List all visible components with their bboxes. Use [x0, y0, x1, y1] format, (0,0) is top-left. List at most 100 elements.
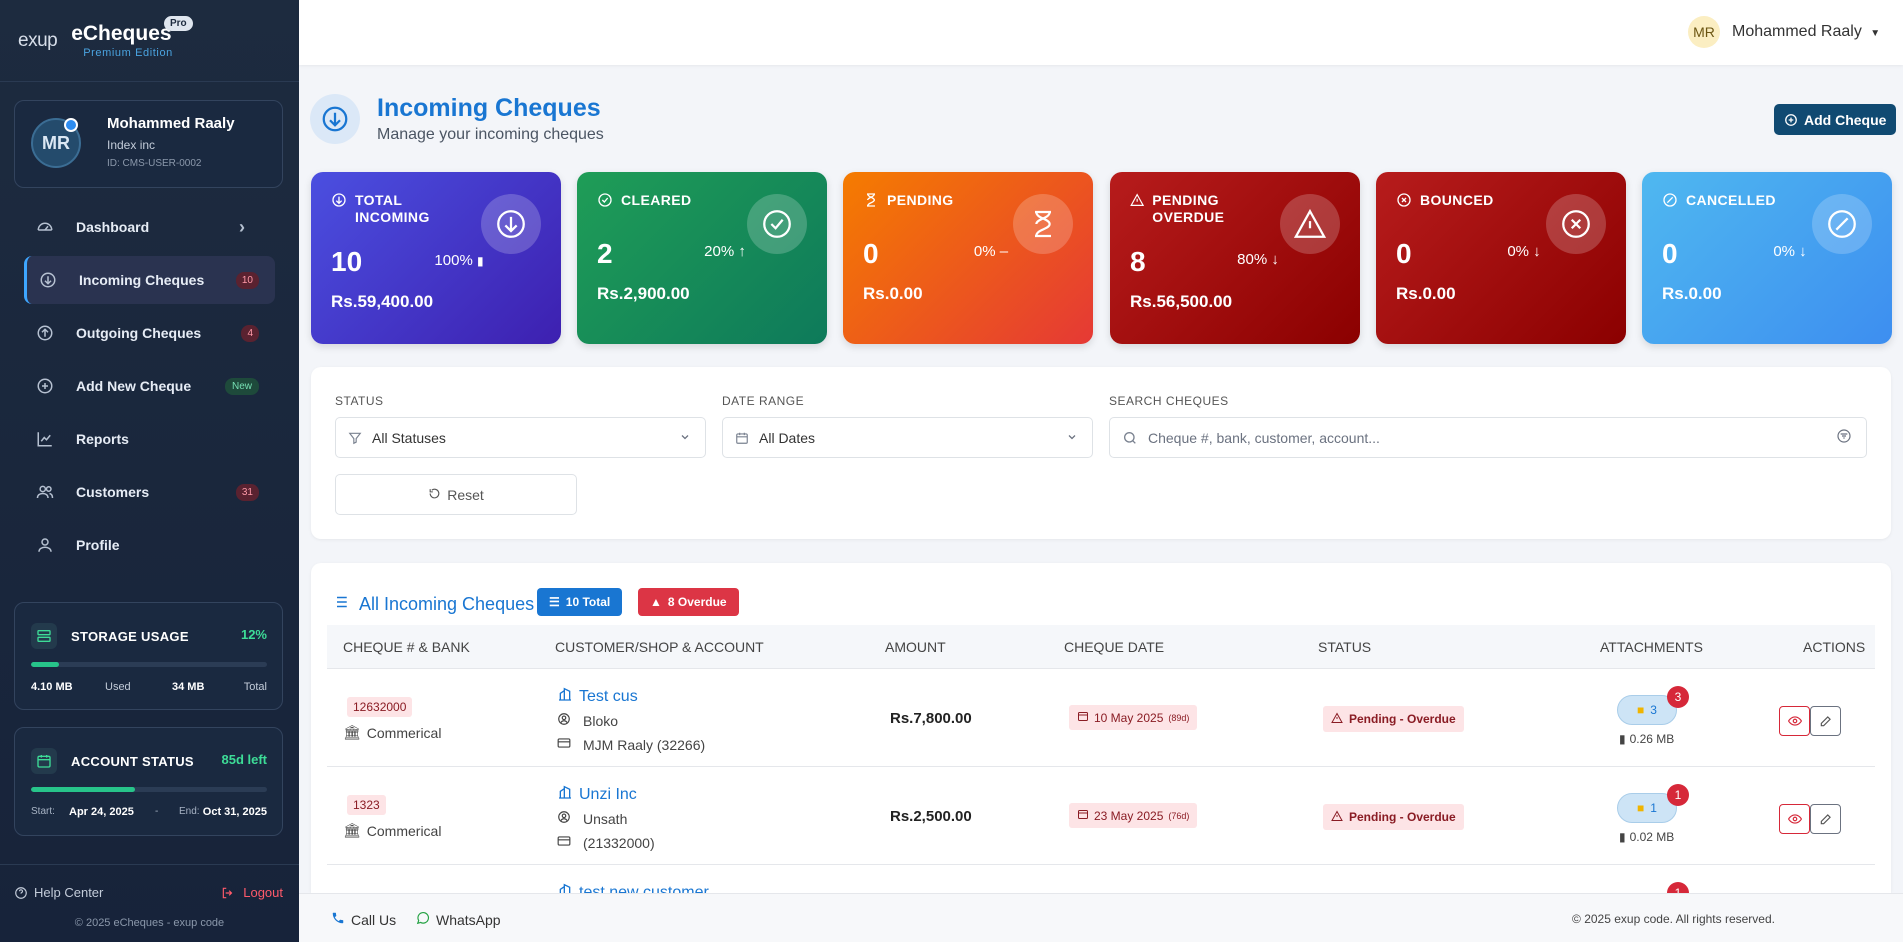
topbar-avatar[interactable]: MR — [1688, 16, 1720, 48]
user-circle-icon — [557, 712, 571, 729]
overdue-badge: ▲ 8 Overdue — [638, 588, 739, 616]
overdue-badge-label: 8 Overdue — [667, 595, 727, 609]
end-date: Oct 31, 2025 — [202, 806, 267, 818]
stat-amount: Rs.0.00 — [863, 284, 923, 303]
customer-link[interactable]: Unzi Inc — [557, 784, 637, 805]
warning-triangle-icon: ▲ — [650, 595, 662, 609]
app-name: eCheques — [71, 22, 172, 45]
table-row[interactable]: test new customer 1 — [327, 866, 1875, 893]
sidebar-item-profile[interactable]: Profile — [24, 521, 275, 569]
page-footer: Call Us WhatsApp © 2025 exup code. All r… — [299, 893, 1903, 942]
table-row[interactable]: 12632000 🏛 Commerical Test cus Bloko MJM … — [327, 670, 1875, 767]
stat-label: CANCELLED — [1686, 192, 1776, 208]
list-icon: ☰ — [549, 595, 560, 609]
storage-used-value: 4.10 MB — [31, 681, 73, 693]
amount: Rs.2,500.00 — [890, 808, 972, 825]
attachment-count: 3 — [1650, 703, 1657, 717]
view-button[interactable] — [1779, 706, 1810, 736]
sidebar-item-label: Outgoing Cheques — [76, 325, 202, 341]
arrow-up-icon: ↑ — [738, 243, 746, 260]
column-header: STATUS — [1318, 639, 1372, 655]
person-icon — [34, 534, 56, 556]
customer-link[interactable]: Test cus — [557, 686, 638, 707]
warning-triangle-icon — [1331, 809, 1343, 825]
customer-link[interactable]: test new customer — [557, 882, 709, 893]
sidebar-item-customers[interactable]: Customers 31 — [24, 468, 275, 516]
add-cheque-button[interactable]: Add Cheque — [1774, 104, 1897, 135]
stat-card-total-incoming[interactable]: TOTAL INCOMING 10 100% ▮ Rs.59,400.00 — [311, 172, 561, 344]
column-header: ATTACHMENTS — [1600, 639, 1703, 655]
whatsapp-link[interactable]: WhatsApp — [416, 911, 501, 928]
phone-icon — [331, 911, 345, 928]
logout-label: Logout — [243, 885, 283, 900]
slash-circle-icon — [1663, 193, 1677, 207]
sidebar-item-reports[interactable]: Reports — [24, 415, 275, 463]
account-status-panel: ACCOUNT STATUS 85d left Start: Apr 24, 2… — [14, 727, 283, 836]
account-info: MJM Raaly (32266) — [583, 736, 706, 753]
table-title: All Incoming Cheques — [359, 594, 535, 614]
start-label: Start: — [31, 806, 55, 817]
caret-down-icon: ▼ — [1870, 28, 1881, 39]
brand[interactable]: exup eCheques Premium Edition Pro — [0, 0, 299, 82]
user-menu-dropdown[interactable]: Mohammed Raaly ▼ — [1732, 23, 1880, 41]
calendar-icon — [735, 431, 749, 445]
days-overdue: (89d) — [1168, 712, 1190, 723]
storage-used-label: Used — [105, 681, 131, 693]
account-info: (21332000) — [583, 834, 655, 851]
date-separator: - — [155, 806, 159, 817]
cheque-date-badge: 23 May 2025 (76d) — [1069, 803, 1198, 828]
sidebar-item-label: Incoming Cheques — [79, 272, 205, 288]
attachment-size: 0.26 MB — [1629, 732, 1675, 746]
sidebar-item-outgoing-cheques[interactable]: Outgoing Cheques 4 — [24, 309, 275, 357]
stat-percent: 0% — [973, 243, 996, 260]
storage-usage-panel: STORAGE USAGE 12% 4.10 MB Used 34 MB Tot… — [14, 602, 283, 710]
user-card[interactable]: MR Mohammed Raaly Index inc ID: CMS-USER… — [14, 100, 283, 188]
sidebar-item-add-new-cheque[interactable]: Add New Cheque New — [24, 362, 275, 410]
sidebar-item-dashboard[interactable]: Dashboard › — [24, 203, 275, 251]
stat-count: 0 — [1662, 238, 1678, 269]
filter-options-icon[interactable] — [1836, 428, 1852, 447]
stat-card-cleared[interactable]: CLEARED 2 20% ↑ Rs.2,900.00 — [577, 172, 827, 344]
stat-card-pending-overdue[interactable]: PENDING OVERDUE 8 80% ↓ Rs.56,500.00 — [1110, 172, 1360, 344]
storage-icon — [31, 623, 57, 649]
stat-amount: Rs.0.00 — [1396, 284, 1456, 303]
stat-card-bounced[interactable]: BOUNCED 0 0% ↓ Rs.0.00 — [1376, 172, 1626, 344]
date-range-select[interactable]: All Dates — [722, 417, 1093, 458]
calendar-icon — [1077, 808, 1089, 823]
sidebar-nav: Dashboard › Incoming Cheques 10 Outgoing… — [0, 203, 299, 574]
customer-name: Unzi Inc — [579, 785, 637, 803]
stat-count: 8 — [1130, 246, 1146, 277]
warning-triangle-icon — [1331, 711, 1343, 727]
attachment-count-badge: 1 — [1667, 882, 1689, 893]
search-placeholder: Cheque #, bank, customer, account... — [1148, 429, 1380, 446]
search-input[interactable]: Cheque #, bank, customer, account... — [1109, 417, 1867, 458]
stat-card-pending[interactable]: PENDING 0 0% – Rs.0.00 — [843, 172, 1093, 344]
folder-icon: ■ — [1637, 801, 1645, 815]
reset-button[interactable]: Reset — [335, 474, 577, 515]
call-us-link[interactable]: Call Us — [331, 911, 396, 928]
new-badge: New — [224, 377, 259, 395]
user-name: Mohammed Raaly — [107, 115, 235, 132]
stat-percent: 80% — [1237, 251, 1268, 268]
table-row[interactable]: 1323 🏛 Commerical Unzi Inc Unsath (213320… — [327, 768, 1875, 865]
cheque-date: 10 May 2025 — [1094, 710, 1164, 725]
bank-name: Commerical — [366, 822, 442, 839]
stat-card-cancelled[interactable]: CANCELLED 0 0% ↓ Rs.0.00 — [1642, 172, 1892, 344]
edit-button[interactable] — [1810, 804, 1841, 834]
edit-button[interactable] — [1810, 706, 1841, 736]
sidebar-item-incoming-cheques[interactable]: Incoming Cheques 10 — [24, 256, 275, 304]
search-label: SEARCH CHEQUES — [1109, 394, 1229, 408]
cheque-number: 1323 — [347, 795, 386, 815]
help-center-link[interactable]: Help Center — [14, 885, 103, 900]
status-filter-label: STATUS — [335, 394, 384, 408]
chevron-right-icon: › — [239, 216, 245, 237]
add-cheque-label: Add Cheque — [1804, 111, 1887, 128]
call-us-label: Call Us — [351, 911, 397, 928]
logout-button[interactable]: Logout — [221, 885, 283, 900]
view-button[interactable] — [1779, 804, 1810, 834]
hourglass-icon — [867, 193, 876, 207]
status-select[interactable]: All Statuses — [335, 417, 706, 458]
stat-label: PENDING OVERDUE — [1152, 192, 1225, 225]
amount: Rs.7,800.00 — [890, 710, 972, 727]
customer-name: Test cus — [579, 687, 638, 705]
